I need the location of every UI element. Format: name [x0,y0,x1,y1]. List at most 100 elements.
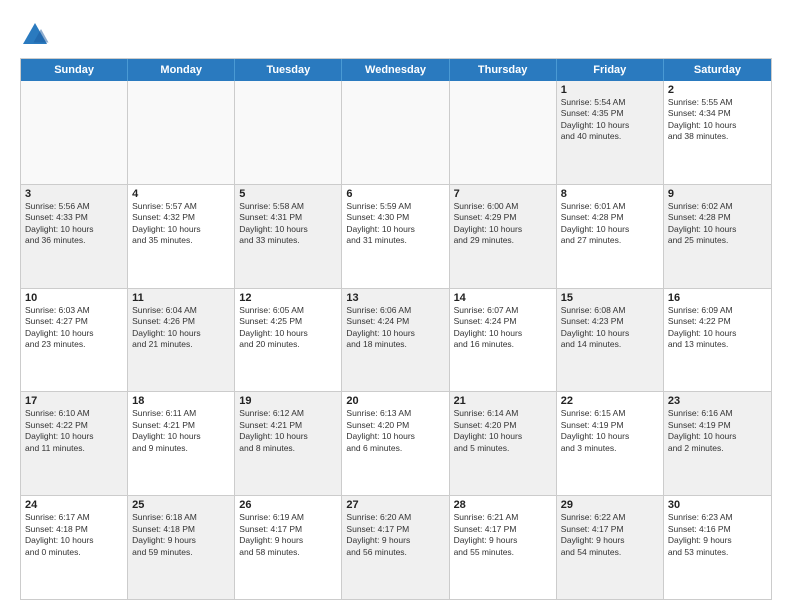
day-info: Sunrise: 5:58 AM Sunset: 4:31 PM Dayligh… [239,201,337,247]
day-number: 23 [668,395,767,407]
day-number: 18 [132,395,230,407]
day-number: 22 [561,395,659,407]
calendar-cell: 15Sunrise: 6:08 AM Sunset: 4:23 PM Dayli… [557,289,664,392]
day-info: Sunrise: 5:56 AM Sunset: 4:33 PM Dayligh… [25,201,123,247]
calendar-cell [21,81,128,184]
day-info: Sunrise: 6:08 AM Sunset: 4:23 PM Dayligh… [561,305,659,351]
day-number: 10 [25,292,123,304]
calendar-cell: 14Sunrise: 6:07 AM Sunset: 4:24 PM Dayli… [450,289,557,392]
day-info: Sunrise: 6:05 AM Sunset: 4:25 PM Dayligh… [239,305,337,351]
calendar-cell: 10Sunrise: 6:03 AM Sunset: 4:27 PM Dayli… [21,289,128,392]
calendar-header-cell: Friday [557,59,664,81]
calendar: SundayMondayTuesdayWednesdayThursdayFrid… [20,58,772,600]
day-number: 8 [561,188,659,200]
day-number: 4 [132,188,230,200]
header [20,16,772,50]
calendar-header-cell: Thursday [450,59,557,81]
day-number: 25 [132,499,230,511]
calendar-cell: 13Sunrise: 6:06 AM Sunset: 4:24 PM Dayli… [342,289,449,392]
day-number: 16 [668,292,767,304]
calendar-cell: 18Sunrise: 6:11 AM Sunset: 4:21 PM Dayli… [128,392,235,495]
day-info: Sunrise: 6:01 AM Sunset: 4:28 PM Dayligh… [561,201,659,247]
calendar-header-cell: Sunday [21,59,128,81]
day-number: 14 [454,292,552,304]
calendar-header-row: SundayMondayTuesdayWednesdayThursdayFrid… [21,59,771,81]
calendar-cell: 5Sunrise: 5:58 AM Sunset: 4:31 PM Daylig… [235,185,342,288]
day-info: Sunrise: 6:12 AM Sunset: 4:21 PM Dayligh… [239,408,337,454]
calendar-cell [235,81,342,184]
calendar-cell: 11Sunrise: 6:04 AM Sunset: 4:26 PM Dayli… [128,289,235,392]
day-info: Sunrise: 6:02 AM Sunset: 4:28 PM Dayligh… [668,201,767,247]
calendar-cell: 30Sunrise: 6:23 AM Sunset: 4:16 PM Dayli… [664,496,771,599]
day-info: Sunrise: 6:13 AM Sunset: 4:20 PM Dayligh… [346,408,444,454]
day-info: Sunrise: 6:16 AM Sunset: 4:19 PM Dayligh… [668,408,767,454]
calendar-cell: 27Sunrise: 6:20 AM Sunset: 4:17 PM Dayli… [342,496,449,599]
day-info: Sunrise: 5:54 AM Sunset: 4:35 PM Dayligh… [561,97,659,143]
day-info: Sunrise: 6:03 AM Sunset: 4:27 PM Dayligh… [25,305,123,351]
day-info: Sunrise: 6:06 AM Sunset: 4:24 PM Dayligh… [346,305,444,351]
day-number: 7 [454,188,552,200]
calendar-cell: 12Sunrise: 6:05 AM Sunset: 4:25 PM Dayli… [235,289,342,392]
day-info: Sunrise: 6:04 AM Sunset: 4:26 PM Dayligh… [132,305,230,351]
day-number: 9 [668,188,767,200]
day-info: Sunrise: 5:57 AM Sunset: 4:32 PM Dayligh… [132,201,230,247]
calendar-row: 24Sunrise: 6:17 AM Sunset: 4:18 PM Dayli… [21,495,771,599]
day-info: Sunrise: 6:22 AM Sunset: 4:17 PM Dayligh… [561,512,659,558]
calendar-cell: 9Sunrise: 6:02 AM Sunset: 4:28 PM Daylig… [664,185,771,288]
day-info: Sunrise: 6:23 AM Sunset: 4:16 PM Dayligh… [668,512,767,558]
day-info: Sunrise: 6:14 AM Sunset: 4:20 PM Dayligh… [454,408,552,454]
day-number: 5 [239,188,337,200]
day-info: Sunrise: 6:20 AM Sunset: 4:17 PM Dayligh… [346,512,444,558]
calendar-cell: 7Sunrise: 6:00 AM Sunset: 4:29 PM Daylig… [450,185,557,288]
day-info: Sunrise: 6:10 AM Sunset: 4:22 PM Dayligh… [25,408,123,454]
calendar-header-cell: Tuesday [235,59,342,81]
calendar-cell: 29Sunrise: 6:22 AM Sunset: 4:17 PM Dayli… [557,496,664,599]
day-number: 30 [668,499,767,511]
day-number: 19 [239,395,337,407]
calendar-row: 1Sunrise: 5:54 AM Sunset: 4:35 PM Daylig… [21,81,771,184]
calendar-cell [450,81,557,184]
day-number: 13 [346,292,444,304]
day-info: Sunrise: 6:11 AM Sunset: 4:21 PM Dayligh… [132,408,230,454]
day-info: Sunrise: 6:21 AM Sunset: 4:17 PM Dayligh… [454,512,552,558]
day-number: 24 [25,499,123,511]
calendar-cell: 21Sunrise: 6:14 AM Sunset: 4:20 PM Dayli… [450,392,557,495]
calendar-row: 3Sunrise: 5:56 AM Sunset: 4:33 PM Daylig… [21,184,771,288]
day-number: 15 [561,292,659,304]
day-info: Sunrise: 5:55 AM Sunset: 4:34 PM Dayligh… [668,97,767,143]
page: SundayMondayTuesdayWednesdayThursdayFrid… [0,0,792,612]
logo [20,20,54,50]
day-number: 6 [346,188,444,200]
day-number: 29 [561,499,659,511]
calendar-header-cell: Wednesday [342,59,449,81]
calendar-cell: 25Sunrise: 6:18 AM Sunset: 4:18 PM Dayli… [128,496,235,599]
day-number: 1 [561,84,659,96]
calendar-body: 1Sunrise: 5:54 AM Sunset: 4:35 PM Daylig… [21,81,771,599]
calendar-cell: 3Sunrise: 5:56 AM Sunset: 4:33 PM Daylig… [21,185,128,288]
calendar-cell: 26Sunrise: 6:19 AM Sunset: 4:17 PM Dayli… [235,496,342,599]
day-number: 12 [239,292,337,304]
day-number: 26 [239,499,337,511]
day-number: 20 [346,395,444,407]
day-number: 11 [132,292,230,304]
calendar-cell: 2Sunrise: 5:55 AM Sunset: 4:34 PM Daylig… [664,81,771,184]
day-number: 2 [668,84,767,96]
calendar-cell: 23Sunrise: 6:16 AM Sunset: 4:19 PM Dayli… [664,392,771,495]
calendar-cell: 24Sunrise: 6:17 AM Sunset: 4:18 PM Dayli… [21,496,128,599]
day-info: Sunrise: 6:17 AM Sunset: 4:18 PM Dayligh… [25,512,123,558]
day-number: 3 [25,188,123,200]
calendar-cell [128,81,235,184]
calendar-row: 17Sunrise: 6:10 AM Sunset: 4:22 PM Dayli… [21,391,771,495]
calendar-cell: 8Sunrise: 6:01 AM Sunset: 4:28 PM Daylig… [557,185,664,288]
calendar-cell: 4Sunrise: 5:57 AM Sunset: 4:32 PM Daylig… [128,185,235,288]
calendar-cell: 1Sunrise: 5:54 AM Sunset: 4:35 PM Daylig… [557,81,664,184]
calendar-cell: 28Sunrise: 6:21 AM Sunset: 4:17 PM Dayli… [450,496,557,599]
day-info: Sunrise: 6:07 AM Sunset: 4:24 PM Dayligh… [454,305,552,351]
day-number: 28 [454,499,552,511]
calendar-cell: 19Sunrise: 6:12 AM Sunset: 4:21 PM Dayli… [235,392,342,495]
calendar-cell: 16Sunrise: 6:09 AM Sunset: 4:22 PM Dayli… [664,289,771,392]
calendar-row: 10Sunrise: 6:03 AM Sunset: 4:27 PM Dayli… [21,288,771,392]
calendar-header-cell: Saturday [664,59,771,81]
calendar-cell: 22Sunrise: 6:15 AM Sunset: 4:19 PM Dayli… [557,392,664,495]
day-info: Sunrise: 6:19 AM Sunset: 4:17 PM Dayligh… [239,512,337,558]
